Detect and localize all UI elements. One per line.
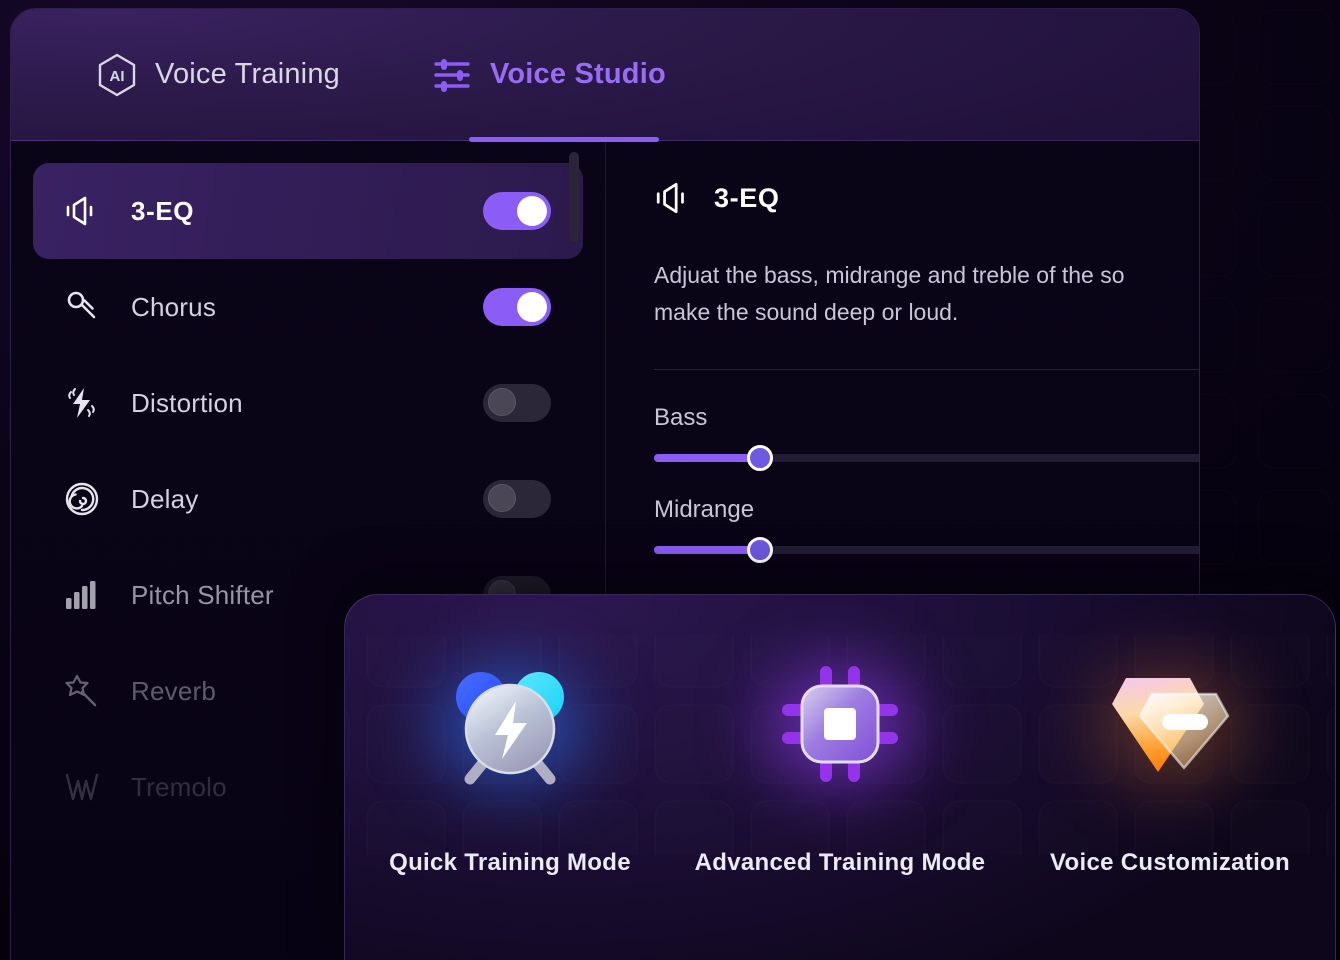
tab-voice-training[interactable]: AI Voice Training [97,9,340,141]
effect-row-delay[interactable]: Delay [33,451,583,547]
slider-midrange-thumb[interactable] [747,537,774,563]
cpu-chip-icon [776,660,904,793]
effect-row-chorus[interactable]: Chorus [33,259,583,355]
slider-midrange-track[interactable] [654,537,1199,563]
mode-voice-customization[interactable]: Voice Customization [1005,641,1335,960]
effect-label: Distortion [131,387,243,418]
vertical-scrollbar[interactable] [569,152,579,558]
tab-voice-studio-label: Voice Studio [489,58,666,90]
detail-divider [654,369,1199,370]
effect-toggle-distortion[interactable] [483,384,551,422]
mode-quick-training-label: Quick Training Mode [389,849,631,876]
app-root: AI Voice Training Voice Studio 3-EQ Chor… [0,0,1340,960]
diamond-gem-icon [1104,664,1236,789]
alarm-bolt-icon [443,659,577,794]
training-modes-card: Quick Training Mode Advanced Training Mo… [344,594,1336,960]
effect-label: Chorus [131,291,217,322]
speaker-icon [654,181,692,215]
toggle-knob [517,292,547,322]
effect-label: Delay [131,483,199,514]
slider-bass: Bass [654,404,1199,471]
effect-toggle-delay[interactable] [483,480,551,518]
tremolo-wave-icon [61,772,103,802]
magic-wand-icon [61,674,103,708]
slider-midrange-label: Midrange [654,496,755,523]
mode-advanced-training[interactable]: Advanced Training Mode [675,641,1005,960]
speaker-icon [61,195,103,227]
slider-midrange: Midrange [654,496,1199,563]
detail-description: Adjuat the bass, midrange and treble of … [654,257,1199,331]
training-modes-row: Quick Training Mode Advanced Training Mo… [345,595,1335,960]
sliders-icon [432,55,472,95]
slider-bass-thumb[interactable] [747,445,774,471]
effect-toggle-3-eq[interactable] [483,192,551,230]
spiral-icon [61,481,103,517]
effect-label: 3-EQ [131,195,195,226]
detail-description-line-2: make the sound deep or loud. [654,299,959,325]
bars-icon [61,580,103,610]
slider-bass-label: Bass [654,404,708,431]
detail-header: 3-EQ [654,181,1199,215]
slider-bass-track[interactable] [654,445,1199,471]
distortion-icon [61,386,103,420]
mode-voice-customization-icon-wrap [1075,641,1265,811]
slider-midrange-fill [654,546,761,554]
mode-quick-training-icon-wrap [415,641,605,811]
mode-quick-training[interactable]: Quick Training Mode [345,641,675,960]
microphone-icon [61,290,103,324]
slider-bass-fill [654,454,761,462]
effect-toggle-chorus[interactable] [483,288,551,326]
toggle-knob [488,388,516,416]
mode-advanced-training-label: Advanced Training Mode [694,849,986,876]
tab-voice-training-label: Voice Training [155,58,340,90]
effect-row-3-eq[interactable]: 3-EQ [33,163,583,259]
detail-title: 3-EQ [714,182,780,213]
scrollbar-thumb[interactable] [569,152,579,242]
detail-description-line-1: Adjuat the bass, midrange and treble of … [654,262,1125,288]
toggle-knob [488,484,516,512]
ai-hexagon-icon: AI [97,53,137,97]
effect-row-distortion[interactable]: Distortion [33,355,583,451]
toggle-knob [517,196,547,226]
mode-advanced-training-icon-wrap [745,641,935,811]
mode-voice-customization-label: Voice Customization [1050,849,1290,876]
tab-voice-studio[interactable]: Voice Studio [432,9,666,141]
window-header: AI Voice Training Voice Studio [11,9,1199,142]
svg-text:AI: AI [110,68,125,85]
